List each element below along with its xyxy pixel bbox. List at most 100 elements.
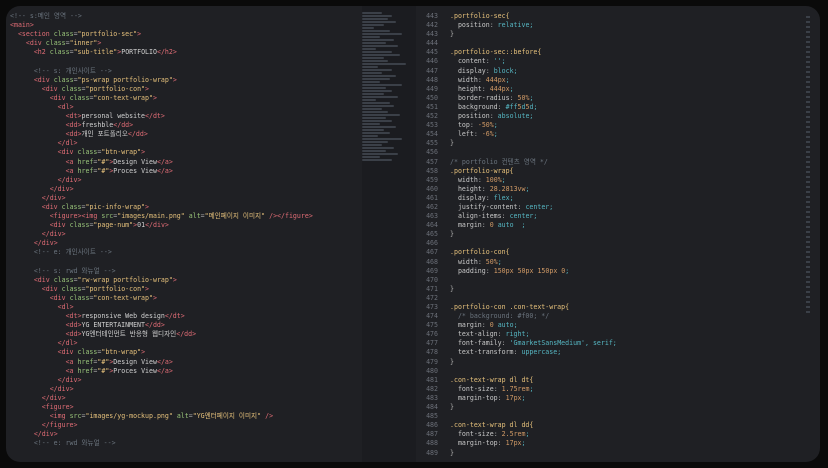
html-code-line[interactable]: <div class="btn-wrap"> (6, 348, 362, 357)
css-code-line[interactable]: 473 .portfolio-con .con-text-wrap{ (416, 303, 820, 312)
html-code-line[interactable] (6, 57, 362, 66)
html-code-line[interactable]: </div> (6, 194, 362, 203)
css-code-line[interactable]: 447 display: block; (416, 67, 820, 76)
html-code-line[interactable]: </div> (6, 394, 362, 403)
html-code-line[interactable]: <div class="page-num">01</div> (6, 221, 362, 230)
css-code-line[interactable]: 462 justify-content: center; (416, 203, 820, 212)
css-code-line[interactable]: 476 text-align: right; (416, 330, 820, 339)
html-code-line[interactable]: <div class="portfolio-con"> (6, 85, 362, 94)
css-code-line[interactable]: 474 /* background: #f00; */ (416, 312, 820, 321)
css-code-line[interactable]: 451 background: #ff5d5d; (416, 103, 820, 112)
html-code-line[interactable]: <a href="#">Design View</a> (6, 358, 362, 367)
css-code-line[interactable]: 448 width: 444px; (416, 76, 820, 85)
css-code-line[interactable]: 489} (416, 449, 820, 458)
css-code-line[interactable]: 471} (416, 285, 820, 294)
css-code-line[interactable]: 488 margin-top: 17px; (416, 439, 820, 448)
html-code-line[interactable]: <!-- s: 개인사이트 --> (6, 67, 362, 76)
html-code-line[interactable]: <div class="inner"> (6, 39, 362, 48)
css-code-line[interactable]: 468 width: 50%; (416, 258, 820, 267)
html-code-line[interactable]: <div class="pic-info-wrap"> (6, 203, 362, 212)
html-code-line[interactable]: <div class="ps-wrap portfolio-wrap"> (6, 76, 362, 85)
html-code-line[interactable]: <!-- s: rwd 와뉴얼 --> (6, 267, 362, 276)
html-code-line[interactable]: <!-- e: rwd 와뉴얼 --> (6, 439, 362, 448)
css-code-line[interactable]: 465} (416, 230, 820, 239)
html-code-line[interactable]: </figure> (6, 421, 362, 430)
html-code-line[interactable]: <dl> (6, 303, 362, 312)
html-code-line[interactable]: <!-- e: 개인사이트 --> (6, 248, 362, 257)
css-code-line[interactable]: 446 content: ''; (416, 57, 820, 66)
html-code-line[interactable]: <h2 class="sub-title">PORTFOLIO</h2> (6, 48, 362, 57)
css-code-line[interactable]: 479} (416, 358, 820, 367)
css-code-line[interactable]: 483 margin-top: 17px; (416, 394, 820, 403)
css-code-line[interactable]: 455} (416, 139, 820, 148)
html-code-line[interactable]: <dd>YG엔터테인먼트 반응형 웹디자인</dd> (6, 330, 362, 339)
css-code-line[interactable]: 444 (416, 39, 820, 48)
css-code-line[interactable]: 456 (416, 148, 820, 157)
css-code-line[interactable]: 485 (416, 412, 820, 421)
html-code-line[interactable]: <dt>personal website</dt> (6, 112, 362, 121)
css-code-line[interactable]: 463 align-items: center; (416, 212, 820, 221)
html-code-line[interactable]: </div> (6, 376, 362, 385)
css-code-line[interactable]: 452 position: absolute; (416, 112, 820, 121)
html-code-line[interactable] (6, 258, 362, 267)
css-code-line[interactable]: 458 .portfolio-wrap{ (416, 167, 820, 176)
html-code-line[interactable]: <dl> (6, 103, 362, 112)
html-code-line[interactable]: </dl> (6, 139, 362, 148)
html-code-line[interactable]: <div class="rw-wrap portfolio-wrap"> (6, 276, 362, 285)
css-code-line[interactable]: 486 .con-text-wrap dl dd{ (416, 421, 820, 430)
html-code-line[interactable]: <a href="#">Design View</a> (6, 158, 362, 167)
html-code-line[interactable]: <a href="#">Proces View</a> (6, 167, 362, 176)
css-code-line[interactable]: 480 (416, 367, 820, 376)
html-code-line[interactable]: <a href="#">Proces View</a> (6, 367, 362, 376)
html-code-line[interactable]: </div> (6, 385, 362, 394)
html-code-line[interactable]: <div class="con-text-wrap"> (6, 294, 362, 303)
css-code-line[interactable]: 467 .portfolio-con{ (416, 248, 820, 257)
html-code-line[interactable]: <section class="portfolio-sec"> (6, 30, 362, 39)
html-code-line[interactable]: <dd>freshble</dd> (6, 121, 362, 130)
css-code-line[interactable]: 470 (416, 276, 820, 285)
css-code-line[interactable]: 445 .portfolio-sec::before{ (416, 48, 820, 57)
css-code-line[interactable]: 459 width: 100%; (416, 176, 820, 185)
css-code-line[interactable]: 443} (416, 30, 820, 39)
html-code-line[interactable]: </div> (6, 230, 362, 239)
html-code-line[interactable]: <div class="btn-wrap"> (6, 148, 362, 157)
html-code-line[interactable]: <figure> (6, 403, 362, 412)
html-code-line[interactable]: <!-- s:메인 영역 --> (6, 12, 362, 21)
css-code-line[interactable]: 478 text-transform: uppercase; (416, 348, 820, 357)
css-code-line[interactable]: 442 position: relative; (416, 21, 820, 30)
html-code-line[interactable]: <dd>YG ENTERTAINMENT</dd> (6, 321, 362, 330)
html-code-line[interactable]: <div class="con-text-wrap"> (6, 94, 362, 103)
html-code-line[interactable]: </div> (6, 185, 362, 194)
html-code-line[interactable]: <div class="portfolio-con"> (6, 285, 362, 294)
css-minimap[interactable] (806, 16, 816, 452)
html-code-line[interactable]: </div> (6, 176, 362, 185)
css-code-line[interactable]: 477 font-family: 'GmarketSansMedium', se… (416, 339, 820, 348)
css-code-line[interactable]: 457/* portfolio 컨텐츠 영역 */ (416, 158, 820, 167)
css-code-line[interactable]: 450 border-radius: 50%; (416, 94, 820, 103)
css-code-line[interactable]: 453 top: -50%; (416, 121, 820, 130)
css-code-line[interactable]: 460 height: 28.2813vw; (416, 185, 820, 194)
css-code-line[interactable]: 469 padding: 150px 50px 150px 0; (416, 267, 820, 276)
css-code-line[interactable]: 449 height: 444px; (416, 85, 820, 94)
css-code-line[interactable]: 466 (416, 239, 820, 248)
html-code-line[interactable]: <dd>개인 포트폴리오</dd> (6, 130, 362, 139)
html-code-line[interactable]: <img src="images/yg-mockup.png" alt="YG엔… (6, 412, 362, 421)
css-code-line[interactable]: 472 (416, 294, 820, 303)
minimap[interactable] (362, 6, 416, 462)
css-code-line[interactable]: 487 font-size: 2.5rem; (416, 430, 820, 439)
css-code-line[interactable]: 464 margin: 0 auto ; (416, 221, 820, 230)
css-editor-pane[interactable]: 443 .portfolio-sec{442 position: relative… (416, 6, 820, 462)
css-code-line[interactable]: 484} (416, 403, 820, 412)
css-code-line[interactable]: 482 font-size: 1.75rem; (416, 385, 820, 394)
html-code-line[interactable]: <dt>responsive Web design</dt> (6, 312, 362, 321)
css-minimap-row (806, 251, 810, 253)
html-editor-pane[interactable]: <!-- s:메인 영역 --> <main> <section class="p… (6, 6, 362, 462)
css-code-line[interactable]: 454 left: -6%; (416, 130, 820, 139)
html-code-line[interactable]: <main> (6, 21, 362, 30)
html-code-line[interactable]: <figure><img src="images/main.png" alt="… (6, 212, 362, 221)
css-code-line[interactable]: 461 display: flex; (416, 194, 820, 203)
html-code-line[interactable]: </dl> (6, 339, 362, 348)
css-code-line[interactable]: 443 .portfolio-sec{ (416, 12, 820, 21)
css-code-line[interactable]: 481 .con-text-wrap dl dt{ (416, 376, 820, 385)
css-code-line[interactable]: 475 margin: 0 auto; (416, 321, 820, 330)
